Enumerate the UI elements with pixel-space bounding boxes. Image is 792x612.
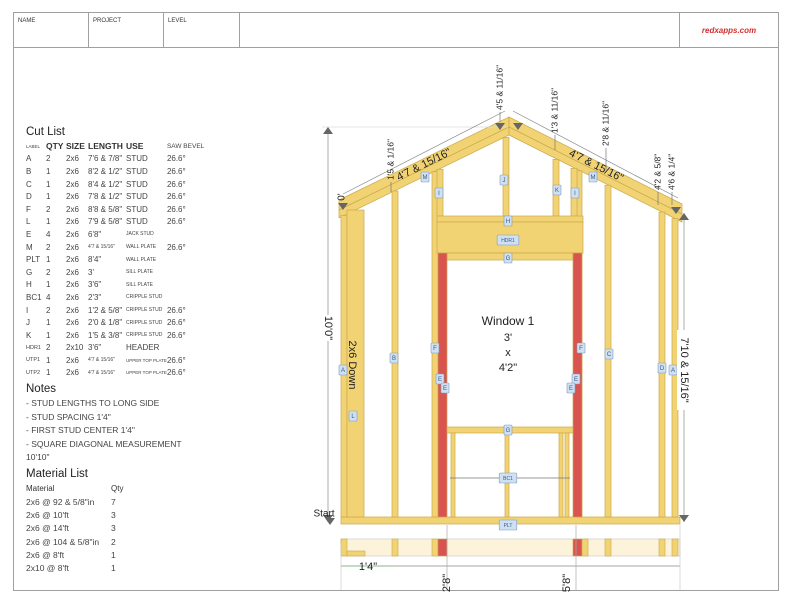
dim-rough2-label: 5'8": [561, 574, 573, 592]
tag-m: M: [591, 175, 596, 181]
tag-e: E: [569, 386, 573, 392]
tag-e: E: [574, 377, 578, 383]
dim-right-bottom-arrow: [679, 515, 689, 522]
tag-j: J: [503, 178, 506, 184]
tag-h: H: [506, 219, 510, 225]
start-label: Start: [313, 509, 334, 520]
window-name: Window 1: [482, 314, 535, 328]
plan-stud-a: [340, 538, 348, 557]
tag-f: F: [579, 346, 583, 352]
cripple-bc1-4: [564, 432, 570, 518]
tag-e: E: [443, 386, 447, 392]
tag-a: A: [341, 368, 345, 374]
tag-g: G: [506, 428, 511, 434]
tag-f: F: [433, 346, 437, 352]
plan-stud-f-right: [581, 538, 589, 557]
dim-stud-i-right-label: 2'8 & 11/16": [600, 101, 610, 146]
window-x: x: [505, 347, 511, 359]
dim-left-eave-label: 0': [337, 193, 348, 201]
tag-e: E: [438, 377, 442, 383]
tag-a: A: [671, 368, 675, 374]
dim-left-height-label: 10'0": [322, 316, 334, 340]
tag-bc1: BC1: [503, 476, 513, 482]
window-height: 4'2": [499, 362, 517, 374]
dim-stud-i-left-label: 1'5 & 1/16": [385, 139, 395, 180]
tag-m: M: [423, 175, 428, 181]
plan-stud-b: [391, 538, 399, 557]
tag-g: G: [506, 256, 511, 262]
wall-framing-drawing: ALBFEEIM JHHDR1GK IMFEECD AGBC1PLT 10'0"7'1…: [313, 65, 691, 592]
plan-jack-right: [572, 538, 583, 557]
down-stud-label: 2x6 Down: [346, 341, 358, 390]
dim-first-stud-label: 1'4": [359, 561, 377, 573]
tag-d: D: [660, 366, 665, 372]
plan-jack-left: [437, 538, 448, 557]
tag-c: C: [607, 352, 612, 358]
dim-right-2-label: 4'6 & 1/4": [666, 154, 676, 190]
dim-rough1-label: 2'8": [441, 574, 453, 592]
plan-down-stud: [346, 550, 366, 557]
dim-stud-k-label: 1'3 & 11/16": [549, 88, 559, 133]
tag-b: B: [392, 356, 396, 362]
tag-hdr1: HDR1: [501, 238, 515, 244]
plan-stud-c: [604, 538, 612, 557]
plan-stud-f: [431, 538, 439, 557]
tag-plt: PLT: [504, 523, 513, 529]
plan-stud-d: [658, 538, 666, 557]
dim-right-1-label: 4'2 & 5/8": [652, 154, 662, 190]
cripple-bc1-3: [558, 432, 564, 518]
cripple-bc1-1: [450, 432, 456, 518]
dim-left-top-arrow: [323, 127, 333, 134]
tag-k: K: [555, 188, 559, 194]
window-width: 3': [504, 332, 512, 344]
dim-right-height-label: 7'10 & 15/16": [678, 337, 690, 402]
dim-peak-label: 4'5 & 11/16": [494, 65, 504, 110]
plan-stud-a-right: [671, 538, 679, 557]
